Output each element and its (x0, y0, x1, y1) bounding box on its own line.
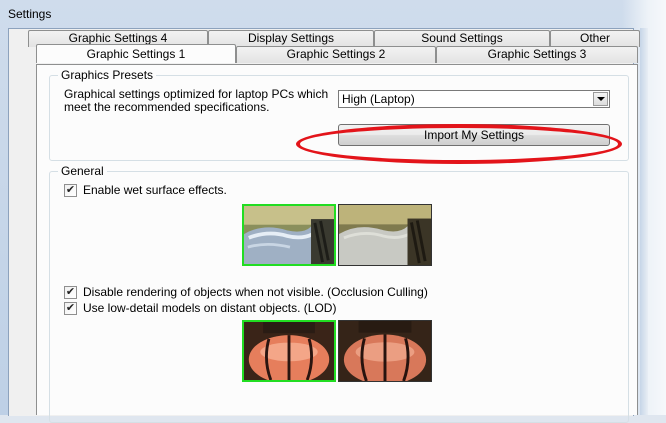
window-title: Settings (8, 7, 52, 21)
title-bar[interactable]: Settings (0, 0, 640, 28)
wet-surface-preview-off[interactable] (338, 204, 432, 266)
general-group: General ✔ Enable wet surface effects. ✔ … (49, 164, 629, 423)
general-legend: General (58, 164, 107, 178)
wet-surface-checkbox[interactable]: ✔ (64, 183, 77, 197)
lod-label: Use low-detail models on distant objects… (83, 301, 337, 315)
graphics-presets-legend: Graphics Presets (58, 68, 157, 82)
dry-preview-image (339, 205, 431, 265)
tab-row-front: Graphic Settings 1 Graphic Settings 2 Gr… (36, 44, 638, 63)
dropdown-button[interactable] (593, 92, 608, 106)
lod-checkbox[interactable]: ✔ (64, 301, 77, 315)
lod-preview-on[interactable] (242, 320, 336, 382)
lantern-preview-image (244, 322, 334, 380)
tab-graphic-settings-1[interactable]: Graphic Settings 1 (36, 44, 236, 63)
window-right-edge (640, 28, 648, 415)
graphics-presets-group: Graphics Presets Graphical settings opti… (49, 68, 629, 164)
preset-dropdown[interactable]: High (Laptop) (338, 90, 610, 108)
chevron-down-icon (596, 97, 605, 101)
preset-dropdown-value: High (Laptop) (342, 92, 415, 106)
wet-surface-preview-on[interactable] (242, 204, 336, 266)
option-occlusion-culling[interactable]: ✔ Disable rendering of objects when not … (64, 284, 428, 300)
wet-surface-label: Enable wet surface effects. (83, 183, 227, 197)
occlusion-culling-label: Disable rendering of objects when not vi… (83, 285, 428, 299)
lod-preview-off[interactable] (338, 320, 432, 382)
tab-panel: Graphics Presets Graphical settings opti… (36, 64, 638, 423)
occlusion-culling-checkbox[interactable]: ✔ (64, 285, 77, 299)
settings-window: Settings Graphic Settings 4 Display Sett… (0, 0, 666, 423)
lantern-lod-preview-image (339, 321, 431, 381)
wet-preview-image (244, 206, 334, 264)
import-my-settings-button[interactable]: Import My Settings (338, 124, 610, 146)
tab-other[interactable]: Other (550, 30, 640, 47)
option-wet-surface[interactable]: ✔ Enable wet surface effects. (64, 182, 227, 198)
presets-description: Graphical settings optimized for laptop … (64, 87, 329, 114)
tab-graphic-settings-2[interactable]: Graphic Settings 2 (236, 46, 436, 63)
tab-graphic-settings-3[interactable]: Graphic Settings 3 (436, 46, 638, 63)
option-lod[interactable]: ✔ Use low-detail models on distant objec… (64, 300, 336, 316)
tab-sound-settings[interactable]: Sound Settings (374, 30, 550, 47)
